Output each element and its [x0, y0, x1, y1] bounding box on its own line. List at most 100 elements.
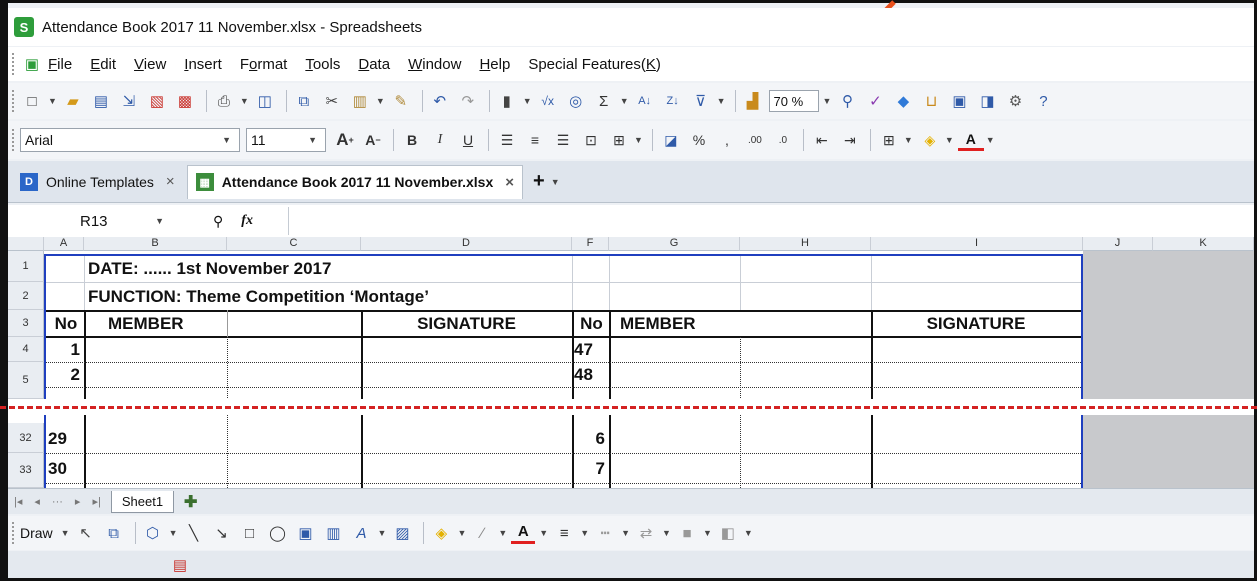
column-header-k[interactable]: K [1153, 237, 1254, 251]
paste-dropdown-icon[interactable]: ▼ [376, 96, 385, 106]
function-wizard-icon[interactable]: fx [241, 213, 253, 229]
spreadsheet-grid[interactable]: A B C D F G H I J K 1 2 3 4 5 32 33 DATE… [8, 237, 1254, 488]
font-color-icon[interactable]: A [957, 129, 984, 151]
increase-indent-icon[interactable]: ⇥ [837, 129, 863, 151]
zoom-formula-icon[interactable]: ⚲ [213, 213, 223, 230]
dash-style-icon[interactable]: ┅ [593, 522, 617, 544]
copy-icon[interactable]: ⧉ [292, 90, 316, 112]
cell-no[interactable]: 47 [574, 338, 608, 362]
underline-icon[interactable]: U [455, 129, 481, 151]
header-signature[interactable]: SIGNATURE [361, 312, 572, 336]
3d-dropdown-icon[interactable]: ▼ [744, 528, 753, 538]
menu-insert[interactable]: Insert [184, 56, 222, 73]
line-style-dropdown-icon[interactable]: ▼ [580, 528, 589, 538]
tab-online-templates[interactable]: D Online Templates × [12, 165, 183, 199]
draw-shapes-icon[interactable]: ◆ [891, 90, 915, 112]
sidebar-icon[interactable]: ◨ [975, 90, 999, 112]
textbox-icon[interactable]: ▣ [294, 522, 318, 544]
formula-input[interactable] [288, 207, 1254, 235]
3d-style-icon[interactable]: ◧ [716, 522, 740, 544]
row-header-2[interactable]: 2 [8, 282, 44, 310]
column-header-b[interactable]: B [84, 237, 227, 251]
shadow-dropdown-icon[interactable]: ▼ [703, 528, 712, 538]
first-sheet-icon[interactable]: |◂ [14, 495, 22, 508]
menu-special-features-k[interactable]: Special Features(K) [528, 56, 661, 73]
cell-no[interactable]: 7 [574, 455, 605, 483]
column-header-j[interactable]: J [1083, 237, 1153, 251]
arrow-icon[interactable]: ↘ [210, 522, 234, 544]
wordart-dropdown-icon[interactable]: ▼ [378, 528, 387, 538]
cell-no[interactable]: 6 [574, 425, 605, 453]
function-icon[interactable]: √x [536, 90, 560, 112]
percent-icon[interactable]: % [686, 129, 712, 151]
filter-icon[interactable]: ⊽ [689, 90, 713, 112]
new-document-icon[interactable]: □ [20, 90, 44, 112]
zoom-field[interactable]: 70 % [768, 90, 819, 112]
header-signature-2[interactable]: SIGNATURE [871, 312, 1081, 336]
align-right-icon[interactable]: ☰ [550, 129, 576, 151]
new-dropdown-icon[interactable]: ▼ [48, 96, 57, 106]
ellipse-icon[interactable]: ◯ [266, 522, 290, 544]
column-header-f[interactable]: F [572, 237, 609, 251]
help-icon[interactable]: ? [1031, 90, 1055, 112]
tab-attendance-book[interactable]: ▦ Attendance Book 2017 11 November.xlsx … [186, 164, 524, 199]
wordart-icon[interactable]: A [350, 522, 374, 544]
open-folder-icon[interactable]: ▰ [61, 90, 85, 112]
cell-no[interactable]: 2 [46, 363, 80, 387]
vertical-textbox-icon[interactable]: ▥ [322, 522, 346, 544]
print-preview-icon[interactable]: ◫ [253, 90, 277, 112]
column-header-i[interactable]: I [871, 237, 1083, 251]
prev-sheet-icon[interactable]: ◂ [34, 495, 40, 508]
column-header-g[interactable]: G [609, 237, 740, 251]
close-icon[interactable]: × [166, 173, 175, 190]
menu-tools[interactable]: Tools [305, 56, 340, 73]
decrease-decimal-icon[interactable]: .0 [770, 129, 796, 151]
autoshapes-dropdown-icon[interactable]: ▼ [169, 528, 178, 538]
cell-function[interactable]: FUNCTION: Theme Competition ‘Montage’ [88, 283, 429, 310]
shape-fill-icon[interactable]: ◈ [429, 522, 453, 544]
header-member-2[interactable]: MEMBER [620, 312, 696, 336]
hyperlink-icon[interactable]: ◎ [564, 90, 588, 112]
menu-view[interactable]: View [134, 56, 166, 73]
name-box[interactable]: R13 ▼ [8, 207, 178, 235]
line-icon[interactable]: ╲ [182, 522, 206, 544]
fill-color-icon[interactable]: ◈ [917, 129, 943, 151]
row-header-4[interactable]: 4 [8, 337, 44, 362]
header-no[interactable]: No [48, 312, 84, 336]
borders-dropdown-icon[interactable]: ▼ [904, 135, 913, 145]
cell-no[interactable]: 29 [48, 425, 82, 453]
column-header-d[interactable]: D [361, 237, 572, 251]
header-member[interactable]: MEMBER [108, 312, 184, 336]
arrow-style-dropdown-icon[interactable]: ▼ [662, 528, 671, 538]
currency-icon[interactable]: ◪ [658, 129, 684, 151]
align-center-icon[interactable]: ≡ [522, 129, 548, 151]
text-color-dropdown-icon[interactable]: ▼ [539, 528, 548, 538]
cell-date[interactable]: DATE: ...... 1st November 2017 [88, 256, 331, 282]
font-name-select[interactable]: Arial ▼ [20, 128, 240, 152]
add-sheet-button[interactable]: ✚ [184, 492, 197, 512]
bold-icon[interactable]: B [399, 129, 425, 151]
font-size-select[interactable]: 11 ▼ [246, 128, 326, 152]
draw-dropdown-icon[interactable]: ▼ [61, 528, 70, 538]
save-icon[interactable]: ▤ [89, 90, 113, 112]
cell-no[interactable]: 48 [574, 363, 608, 387]
insert-row-icon[interactable]: ▮ [495, 90, 519, 112]
print-dropdown-icon[interactable]: ▼ [240, 96, 249, 106]
fill-dropdown-icon[interactable]: ▼ [457, 528, 466, 538]
more-sheets-icon[interactable]: ··· [52, 496, 63, 508]
line-style-icon[interactable]: ≡ [552, 522, 576, 544]
text-color-icon[interactable]: A [511, 522, 536, 544]
decrease-indent-icon[interactable]: ⇤ [809, 129, 835, 151]
sort-ascending-icon[interactable]: A↓ [633, 90, 657, 112]
sheet-tab-sheet1[interactable]: Sheet1 [110, 490, 175, 513]
redo-icon[interactable]: ↷ [456, 90, 480, 112]
format-painter-icon[interactable]: ✎ [389, 90, 413, 112]
new-tab-button[interactable]: + [533, 170, 545, 193]
menu-help[interactable]: Help [479, 56, 510, 73]
increase-decimal-icon[interactable]: .00 [742, 129, 768, 151]
line-color-icon[interactable]: ∕ [470, 522, 494, 544]
settings-icon[interactable]: ⚙ [1003, 90, 1027, 112]
find-icon[interactable]: ⚲ [835, 90, 859, 112]
dash-dropdown-icon[interactable]: ▼ [621, 528, 630, 538]
zoom-dropdown-icon[interactable]: ▼ [823, 96, 832, 106]
